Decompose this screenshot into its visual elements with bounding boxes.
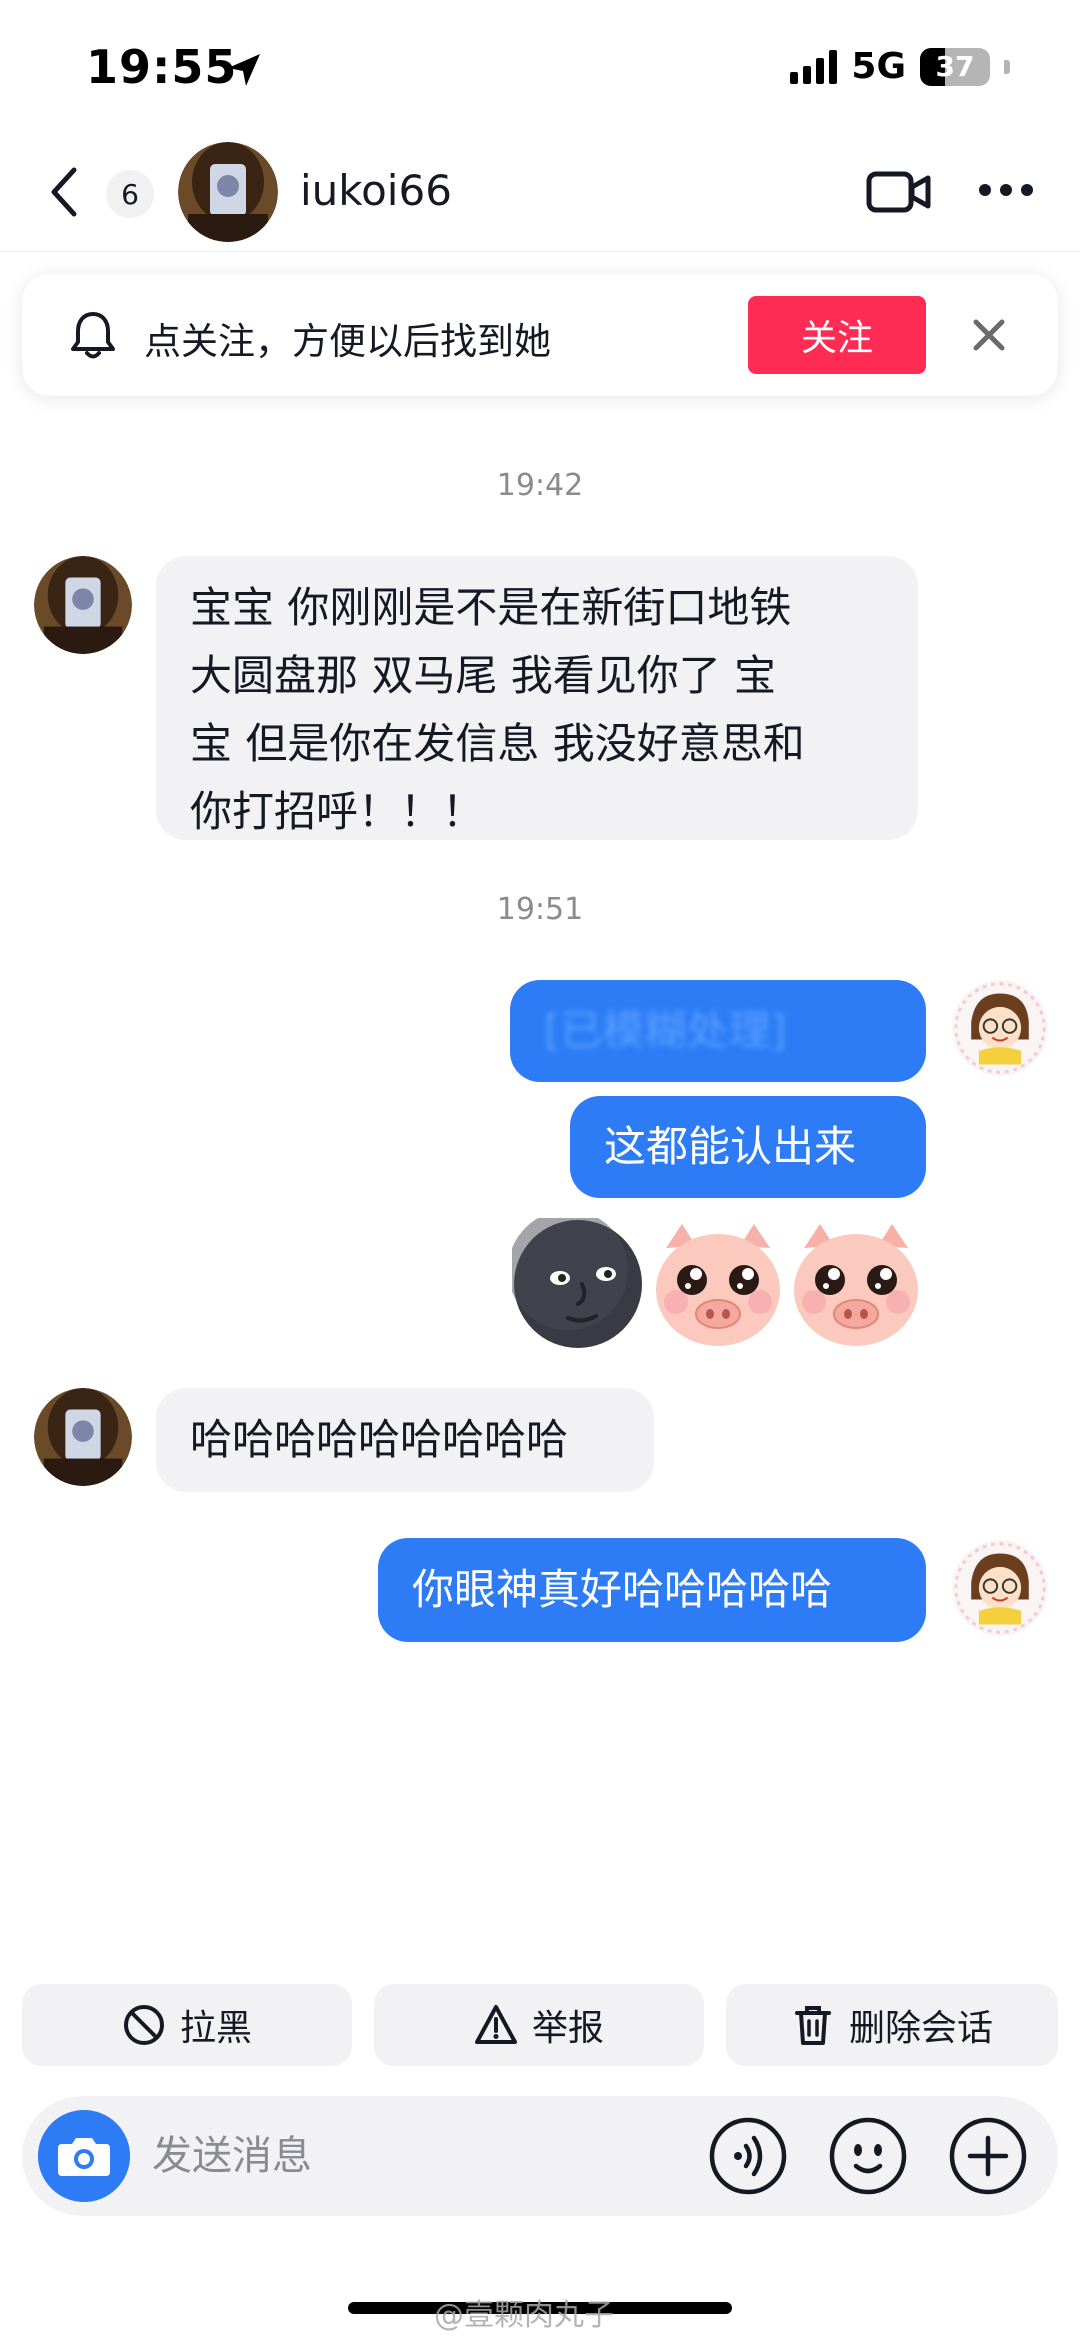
battery-icon: 37	[920, 47, 990, 86]
timestamp: 19:51	[496, 892, 584, 927]
camera-icon[interactable]	[38, 2110, 130, 2202]
chat-header: 6 iukoi66	[0, 132, 1080, 252]
follow-button[interactable]: 关注	[748, 296, 926, 374]
contact-username[interactable]: iukoi66	[300, 166, 452, 215]
follow-suggestion-banner: 点关注，方便以后找到她 关注	[22, 274, 1058, 396]
more-options-icon[interactable]	[978, 182, 1034, 198]
new-moon-face-emoji[interactable]	[512, 1218, 644, 1350]
message-line: 宝 但是你在发信息 我没好意思和	[190, 719, 805, 768]
location-arrow-icon	[228, 54, 260, 86]
back-arrow-icon[interactable]	[40, 162, 90, 222]
status-indicators: 5G 37	[790, 46, 1010, 87]
contact-avatar[interactable]	[34, 556, 132, 654]
warning-icon	[474, 2005, 517, 2044]
message-text: 你眼神真好哈哈哈哈哈	[412, 1565, 833, 1614]
block-label: 拉黑	[179, 2008, 252, 2049]
bell-icon	[71, 312, 115, 359]
network-label: 5G	[851, 46, 906, 87]
contact-avatar[interactable]	[178, 142, 278, 242]
voice-message-icon[interactable]	[708, 2116, 788, 2196]
contact-avatar[interactable]	[34, 1388, 132, 1486]
block-button[interactable]: 拉黑	[22, 1984, 352, 2066]
my-avatar[interactable]	[952, 980, 1048, 1076]
battery-level: 37	[935, 50, 975, 83]
delete-conversation-button[interactable]: 删除会话	[726, 1984, 1058, 2066]
message-bubble-incoming[interactable]: 哈哈哈哈哈哈哈哈哈	[156, 1388, 654, 1492]
message-input[interactable]	[152, 2126, 692, 2186]
report-button[interactable]: 举报	[374, 1984, 704, 2066]
signal-icon	[790, 49, 838, 84]
timestamp: 19:42	[496, 468, 584, 503]
pig-face-emoji[interactable]	[790, 1218, 922, 1350]
message-bubble-outgoing[interactable]: 这都能认出来	[570, 1096, 926, 1198]
watermark: @壹颗肉丸子	[434, 2298, 614, 2333]
unread-count-badge[interactable]: 6	[106, 170, 154, 218]
video-call-icon[interactable]	[866, 168, 932, 216]
message-bubble-incoming[interactable]: 宝宝 你刚刚是不是在新街口地铁 大圆盘那 双马尾 我看见你了 宝 宝 但是你在发…	[156, 556, 918, 840]
follow-banner-text: 点关注，方便以后找到她	[144, 320, 551, 363]
add-icon[interactable]	[948, 2116, 1028, 2196]
my-avatar[interactable]	[952, 1540, 1048, 1636]
delete-label: 删除会话	[848, 2008, 993, 2049]
message-line: 宝宝 你刚刚是不是在新街口地铁	[190, 583, 792, 632]
message-bubble-outgoing-blurred[interactable]: [已模糊处理]	[510, 980, 926, 1082]
status-time: 19:55	[86, 40, 238, 94]
message-composer	[22, 2096, 1058, 2216]
close-icon[interactable]	[968, 314, 1010, 356]
report-label: 举报	[531, 2008, 604, 2049]
block-icon	[123, 2005, 164, 2045]
blurred-message-text: [已模糊处理]	[544, 1006, 787, 1055]
message-text: 这都能认出来	[604, 1122, 857, 1171]
pig-face-emoji[interactable]	[652, 1218, 784, 1350]
message-bubble-outgoing[interactable]: 你眼神真好哈哈哈哈哈	[378, 1538, 926, 1642]
emoji-icon[interactable]	[828, 2116, 908, 2196]
message-line: 你打招呼！！！	[190, 787, 485, 836]
trash-icon	[794, 2006, 831, 2045]
message-line: 大圆盘那 双马尾 我看见你了 宝	[190, 651, 777, 700]
message-text: 哈哈哈哈哈哈哈哈哈	[190, 1415, 569, 1464]
